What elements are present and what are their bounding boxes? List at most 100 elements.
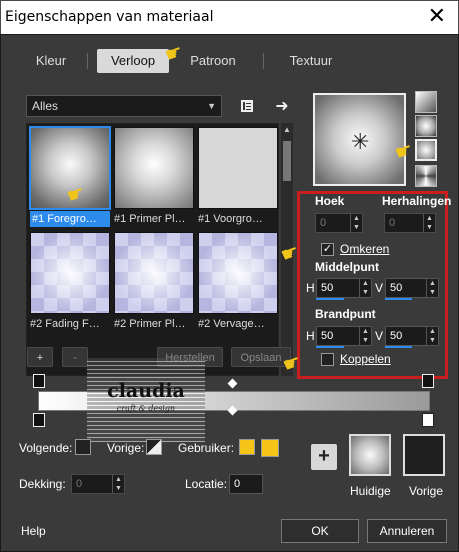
watermark-subtext: craft & design <box>116 404 176 413</box>
watermark-logo: claudia craft & design <box>87 358 205 442</box>
dekking-label: Dekking: <box>19 477 66 491</box>
chevron-up-icon[interactable]: ▲ <box>283 125 291 134</box>
midpoint-v-slider[interactable] <box>385 298 412 300</box>
mid-v-label: V <box>375 281 384 295</box>
current-swatch[interactable] <box>349 434 391 476</box>
previous-large-swatch[interactable] <box>403 434 445 476</box>
midpoint-h-input[interactable]: 50 ▲ ▼ <box>316 278 372 298</box>
dekking-input[interactable]: 0 ▲ ▼ <box>71 474 125 494</box>
rectangular-style-icon[interactable] <box>415 115 437 137</box>
focal-h-slider[interactable] <box>316 346 344 348</box>
color-stop-end-top[interactable] <box>422 374 434 388</box>
linear-style-icon[interactable] <box>415 91 437 113</box>
gebruiker-label: Gebruiker: <box>178 441 235 455</box>
brandpunt-label: Brandpunt <box>315 307 376 321</box>
midpoint-h-slider[interactable] <box>316 298 344 300</box>
gradient-thumbnail <box>30 232 110 314</box>
sunburst-style-icon[interactable] <box>415 165 437 187</box>
plus-icon[interactable]: + <box>311 444 337 470</box>
herhalingen-value: 0 <box>389 217 396 229</box>
focal-v-slider[interactable] <box>385 346 412 348</box>
user-swatch-large[interactable] <box>261 439 279 457</box>
tab-separator <box>263 53 264 69</box>
user-swatch[interactable] <box>239 439 255 455</box>
spinner-icon[interactable]: ▲ ▼ <box>359 279 371 297</box>
scrollbar-thumb[interactable] <box>283 141 291 181</box>
locatie-value: 0 <box>234 478 241 490</box>
gradient-thumbnail <box>198 127 278 209</box>
hoek-label: Hoek <box>315 194 345 208</box>
tab-verloop[interactable]: Verloop <box>97 49 169 73</box>
title-bar: Eigenschappen van materiaal ✕ <box>0 0 459 34</box>
mid-h-label: H <box>306 281 315 295</box>
list-item[interactable]: #2 Fading F… <box>30 232 110 332</box>
gradient-preview: ✳ <box>313 93 406 186</box>
spinner-icon[interactable]: ▲ ▼ <box>112 475 124 493</box>
focal-v-input[interactable]: 50 ▲ ▼ <box>385 326 439 346</box>
opacity-midpoint-diamond[interactable] <box>227 378 238 389</box>
dekking-value: 0 <box>76 478 83 490</box>
list-item-label: #1 Foregro… <box>30 211 110 227</box>
close-icon[interactable]: ✕ <box>428 5 446 27</box>
tab-textuur[interactable]: Textuur <box>275 49 347 73</box>
category-select-value: Alles <box>32 99 59 113</box>
list-item[interactable]: #2 Primer Pl… <box>114 232 194 332</box>
spinner-icon[interactable]: ▲ ▼ <box>426 279 438 297</box>
list-item[interactable]: #2 Vervage… <box>198 232 278 332</box>
herhalingen-input[interactable]: 0 ▲ ▼ <box>384 213 436 233</box>
spinner-icon[interactable]: ▲ ▼ <box>423 214 435 232</box>
remove-gradient-button[interactable]: - <box>62 347 88 367</box>
list-item-label: #2 Fading F… <box>30 318 100 330</box>
category-select[interactable]: Alles ▼ <box>26 95 222 117</box>
dialog-body: Kleur Verloop Patroon Textuur ☛ Alles ▼ … <box>0 34 459 552</box>
vorige-swatch-label: Vorige <box>409 484 444 498</box>
color-stop-start[interactable] <box>33 413 45 427</box>
volgende-label: Volgende: <box>19 441 73 455</box>
center-point-icon[interactable]: ✳ <box>351 129 369 155</box>
focal-h-input[interactable]: 50 ▲ ▼ <box>316 326 372 346</box>
list-item[interactable]: #1 Primer Pl… <box>114 127 194 227</box>
tab-patroon[interactable]: Patroon <box>177 49 249 73</box>
omkeren-label[interactable]: Omkeren <box>340 242 389 256</box>
middelpunt-label: Middelpunt <box>315 260 379 274</box>
list-item[interactable]: #1 Voorgro… <box>198 127 278 227</box>
gradient-list: #1 Foregro… #1 Primer Pl… #1 Voorgro… #2… <box>26 123 279 376</box>
focal-v-value: 50 <box>390 330 403 342</box>
spinner-icon[interactable]: ▲ ▼ <box>359 327 371 345</box>
add-gradient-button[interactable]: + <box>27 347 53 367</box>
spinner-icon[interactable]: ▲ ▼ <box>426 327 438 345</box>
list-item-label: #2 Primer Pl… <box>114 318 186 330</box>
list-item-label: #1 Primer Pl… <box>114 213 186 225</box>
list-item[interactable]: #1 Foregro… <box>29 126 111 227</box>
previous-swatch[interactable] <box>146 439 162 455</box>
chevron-down-icon: ▼ <box>207 101 216 111</box>
spinner-icon[interactable]: ▲ ▼ <box>350 214 362 232</box>
help-link[interactable]: Help <box>21 524 46 538</box>
koppelen-label[interactable]: Koppelen <box>340 352 391 366</box>
huidige-label: Huidige <box>350 484 391 498</box>
list-item-label: #1 Voorgro… <box>198 213 263 225</box>
koppelen-checkbox[interactable] <box>321 353 334 366</box>
midpoint-v-input[interactable]: 50 ▲ ▼ <box>385 278 439 298</box>
midpoint-v-value: 50 <box>390 282 403 294</box>
tab-kleur[interactable]: Kleur <box>23 49 79 73</box>
list-item-label: #2 Vervage… <box>198 318 265 330</box>
locatie-label: Locatie: <box>185 477 228 491</box>
cancel-button[interactable]: Annuleren <box>367 519 447 543</box>
ok-button[interactable]: OK <box>281 519 359 543</box>
window-title: Eigenschappen van materiaal <box>5 9 214 25</box>
omkeren-checkbox[interactable]: ✓ <box>321 243 334 256</box>
arrow-right-icon[interactable]: ➜ <box>272 96 292 116</box>
radial-style-icon[interactable] <box>415 139 437 161</box>
watermark-text: claudia <box>107 380 185 402</box>
focal-v-label: V <box>375 329 384 343</box>
locatie-input[interactable]: 0 <box>229 474 263 494</box>
midpoint-h-value: 50 <box>321 282 334 294</box>
hoek-input[interactable]: 0 ▲ ▼ <box>315 213 363 233</box>
herhalingen-label: Herhalingen <box>382 194 452 208</box>
focal-h-value: 50 <box>321 330 334 342</box>
next-swatch[interactable] <box>75 439 91 455</box>
color-stop-start-top[interactable] <box>33 374 45 388</box>
file-list-icon[interactable] <box>237 96 257 116</box>
color-stop-end[interactable] <box>422 413 434 427</box>
